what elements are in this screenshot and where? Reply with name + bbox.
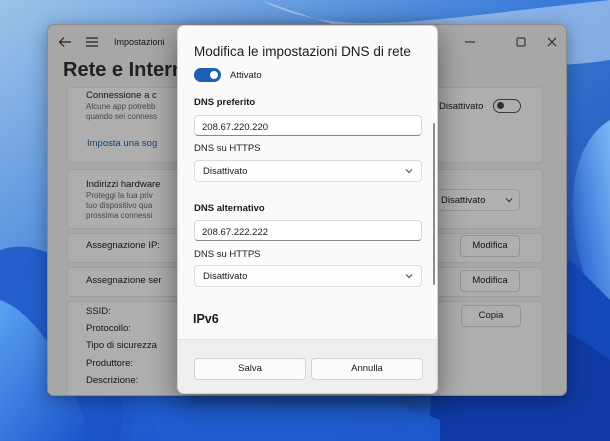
alternate-dns-https-label: DNS su HTTPS [194, 249, 261, 260]
preferred-dns-https-value: Disattivato [203, 166, 248, 177]
preferred-dns-https-dropdown[interactable]: Disattivato [194, 160, 422, 182]
alternate-dns-input[interactable] [194, 220, 422, 241]
alternate-dns-https-dropdown[interactable]: Disattivato [194, 265, 422, 287]
preferred-dns-label: DNS preferito [194, 97, 256, 108]
alternate-dns-https-value: Disattivato [203, 271, 248, 282]
save-button[interactable]: Salva [194, 358, 306, 380]
ipv4-toggle-label: Attivato [230, 70, 262, 81]
dialog-footer: Salva Annulla [178, 339, 437, 393]
cancel-button[interactable]: Annulla [311, 358, 423, 380]
preferred-dns-input[interactable] [194, 115, 422, 136]
dialog-scrollbar[interactable] [433, 123, 435, 285]
preferred-dns-https-label: DNS su HTTPS [194, 143, 261, 154]
ipv6-section-heading: IPv6 [193, 312, 219, 326]
chevron-down-icon [405, 274, 413, 279]
dns-settings-dialog: Modifica le impostazioni DNS di rete Att… [177, 25, 438, 394]
ipv4-toggle[interactable] [194, 68, 221, 82]
dialog-title: Modifica le impostazioni DNS di rete [194, 44, 411, 59]
alternate-dns-label: DNS alternativo [194, 203, 265, 214]
chevron-down-icon [405, 169, 413, 174]
